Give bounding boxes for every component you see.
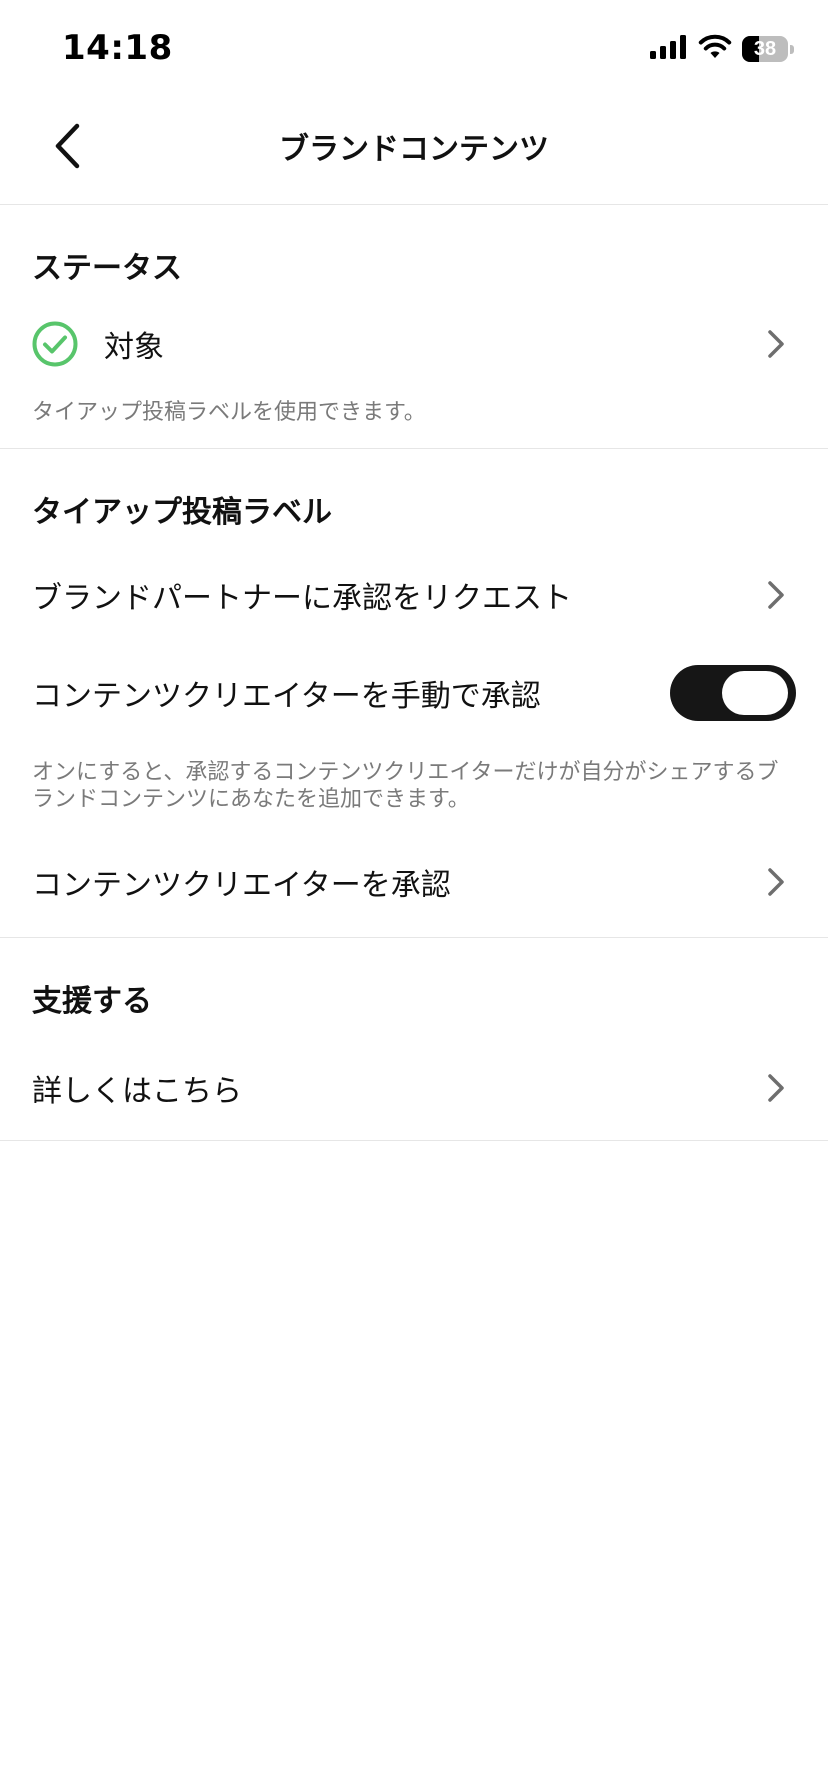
- learn-more-label: 詳しくはこちら: [32, 1074, 242, 1109]
- support-section-title: 支援する: [32, 984, 152, 1019]
- back-button[interactable]: [40, 116, 96, 180]
- battery-body: 38: [742, 36, 788, 62]
- wifi-icon: [698, 34, 732, 64]
- battery-cap: [790, 45, 794, 54]
- signal-icon: [650, 35, 688, 63]
- chevron-right-icon: [764, 326, 788, 362]
- status-section-title: ステータス: [32, 251, 182, 286]
- chevron-left-icon: [53, 123, 83, 173]
- manual-approval-toggle[interactable]: [670, 665, 796, 721]
- status-section: ステータス 対象 タイアップ投稿ラベルを使用できます。: [0, 205, 828, 449]
- page-title: ブランドコンテンツ: [279, 132, 549, 167]
- approve-creators-label: コンテンツクリエイターを承認: [32, 868, 451, 903]
- chevron-right-icon: [764, 1070, 788, 1106]
- check-circle-icon: [32, 321, 78, 367]
- toggle-knob: [722, 671, 788, 715]
- approve-creators-row[interactable]: コンテンツクリエイターを承認: [0, 827, 828, 937]
- learn-more-row[interactable]: 詳しくはこちら: [0, 1036, 828, 1140]
- status-bar: 14:18 38: [0, 0, 828, 96]
- chevron-right-icon: [764, 577, 788, 613]
- battery-level: 38: [753, 38, 777, 60]
- status-helper-text: タイアップ投稿ラベルを使用できます。: [32, 400, 426, 425]
- status-value: 対象: [104, 330, 164, 365]
- branded-label-section-title: タイアップ投稿ラベル: [32, 495, 332, 530]
- branded-label-section: タイアップ投稿ラベル ブランドパートナーに承認をリクエスト コンテンツクリエイタ…: [0, 449, 828, 938]
- manual-approval-row: コンテンツクリエイターを手動で承認: [0, 643, 828, 743]
- battery-icon: 38: [742, 36, 794, 62]
- chevron-right-icon: [764, 864, 788, 900]
- support-section: 支援する 詳しくはこちら: [0, 938, 828, 1141]
- status-icons: 38: [650, 34, 794, 64]
- settings-content: ステータス 対象 タイアップ投稿ラベルを使用できます。 タイアップ投稿ラベル ブ…: [0, 205, 828, 1141]
- request-approval-row[interactable]: ブランドパートナーに承認をリクエスト: [0, 547, 828, 643]
- status-time: 14:18: [62, 28, 173, 68]
- status-row[interactable]: 対象: [0, 295, 828, 393]
- nav-bar: ブランドコンテンツ: [0, 96, 828, 205]
- manual-approval-helper-text: オンにすると、承認するコンテンツクリエイターだけが自分がシェアするブランドコンテ…: [32, 760, 779, 812]
- request-approval-label: ブランドパートナーに承認をリクエスト: [32, 581, 572, 616]
- manual-approval-label: コンテンツクリエイターを手動で承認: [32, 679, 541, 714]
